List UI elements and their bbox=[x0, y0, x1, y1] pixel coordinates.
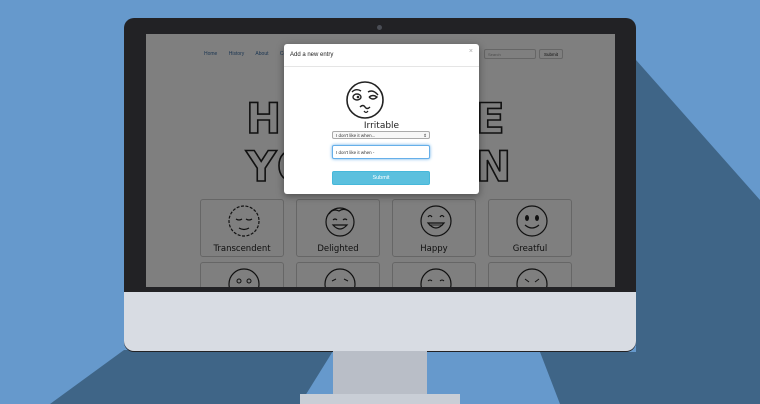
irritable-face-icon bbox=[346, 81, 384, 119]
select-arrows-icon: ⇕ bbox=[423, 133, 427, 138]
select-value: I don't like it when... bbox=[336, 133, 376, 138]
webcam bbox=[377, 25, 382, 30]
add-entry-modal: Add a new entry × Irritable I don't like… bbox=[284, 44, 479, 194]
close-icon[interactable]: × bbox=[469, 48, 473, 55]
submit-button[interactable]: Submit bbox=[332, 171, 430, 185]
monitor-chin bbox=[124, 292, 636, 351]
entry-type-select[interactable]: I don't like it when... ⇕ bbox=[332, 131, 430, 139]
entry-text-input[interactable]: I don't like it when - bbox=[332, 145, 430, 159]
modal-title: Add a new entry bbox=[290, 52, 334, 58]
modal-header: Add a new entry × bbox=[284, 44, 479, 67]
monitor-stand-base bbox=[300, 394, 460, 404]
screen: Home History About Co Search Submit H E … bbox=[146, 34, 615, 287]
mood-label: Irritable bbox=[363, 121, 400, 131]
